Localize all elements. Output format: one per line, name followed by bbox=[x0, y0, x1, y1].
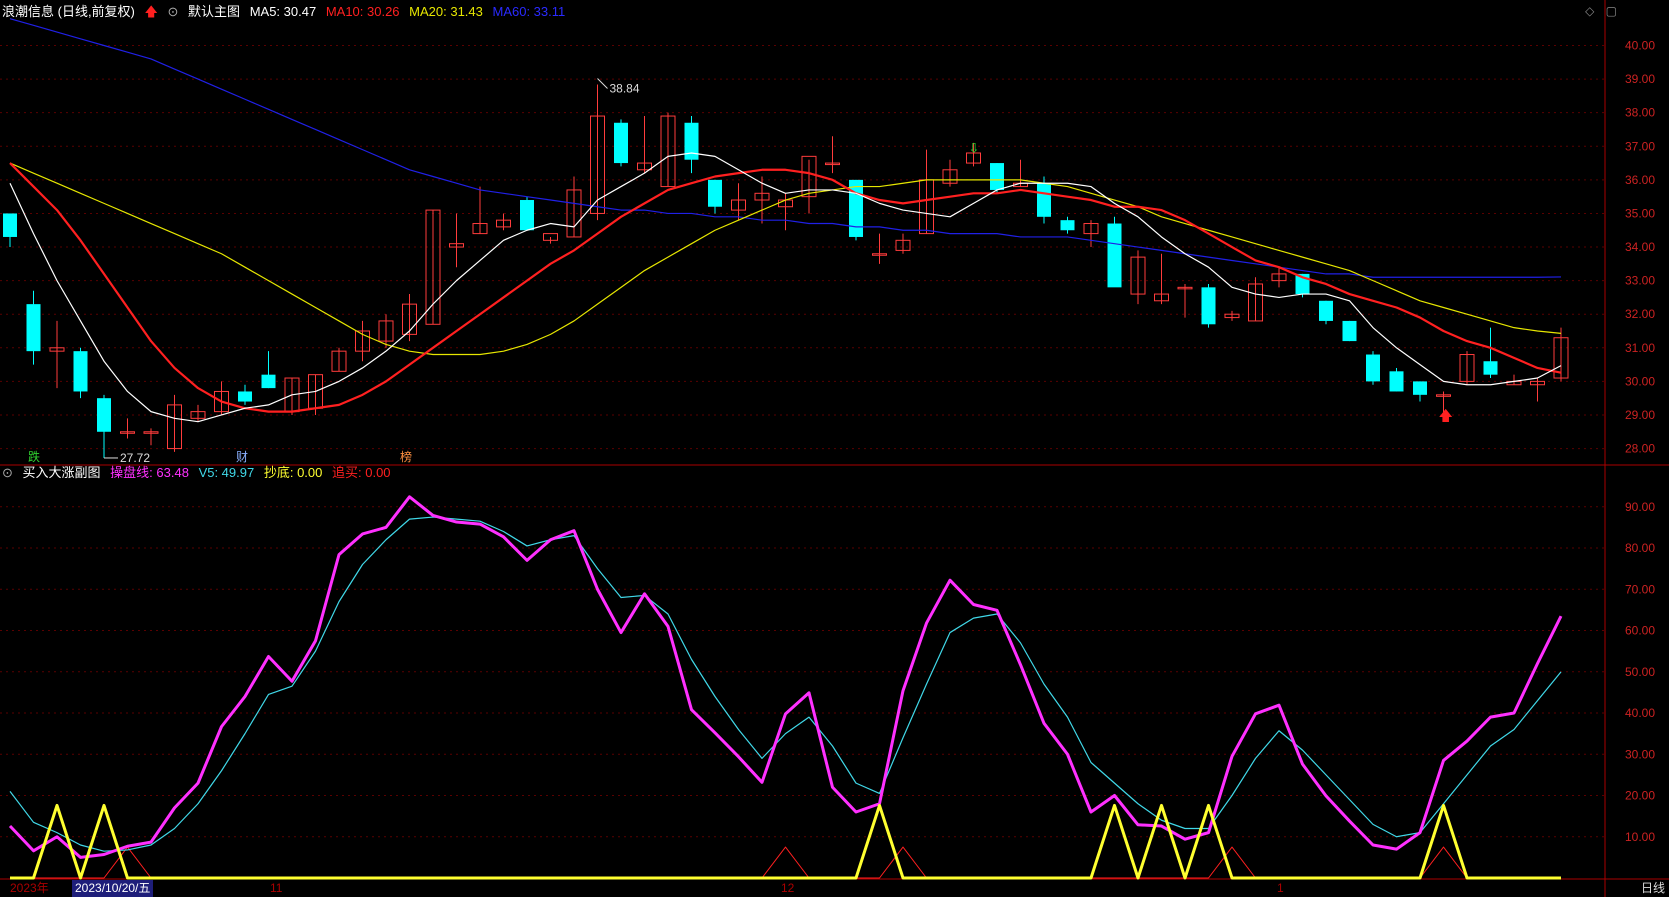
candle-down[interactable] bbox=[1060, 220, 1075, 231]
main-tick-label: 38.00 bbox=[1625, 106, 1655, 120]
main-tick-label: 40.00 bbox=[1625, 39, 1655, 53]
sub-tick-label: 30.00 bbox=[1625, 747, 1655, 761]
candle-down[interactable] bbox=[614, 122, 628, 164]
red-up-arrow-icon: 🡅 bbox=[144, 4, 158, 19]
ma5-line bbox=[9, 152, 1562, 423]
window-icon[interactable]: ▢ bbox=[1606, 4, 1617, 18]
zhuimai-line bbox=[10, 846, 1561, 879]
candle-down[interactable] bbox=[1201, 287, 1216, 325]
marker-cai[interactable]: 财 bbox=[236, 448, 248, 465]
candle-down[interactable] bbox=[849, 179, 863, 237]
main-tick-label: 39.00 bbox=[1625, 72, 1655, 86]
stock-title[interactable]: 浪潮信息 (日线,前复权) bbox=[2, 4, 135, 19]
low-label: 27.72 bbox=[120, 451, 150, 465]
sub-legend: ⊙ 买入大涨副图 操盘线: 63.48 V5: 49.97 抄底: 0.00 追… bbox=[2, 464, 397, 482]
main-chart-label[interactable]: 默认主图 bbox=[188, 4, 240, 19]
candle-down[interactable] bbox=[261, 374, 276, 389]
candle-down[interactable] bbox=[708, 179, 722, 207]
date-year: 2023年 bbox=[10, 881, 49, 895]
candle-down[interactable] bbox=[1107, 223, 1122, 288]
v5-line bbox=[9, 516, 1562, 852]
candle-down[interactable] bbox=[238, 391, 252, 402]
ma20-line bbox=[9, 162, 1562, 356]
candle-down[interactable] bbox=[1366, 354, 1380, 382]
ma20-label: MA20: 31.43 bbox=[409, 4, 483, 19]
main-tick-label: 37.00 bbox=[1625, 139, 1655, 153]
red-up-arrow-icon: 🡅 bbox=[1439, 408, 1453, 424]
kline-chart[interactable]: 28.00 29.00 30.00 31.00 32.00 33.00 34.00 35.00… bbox=[0, 0, 1669, 897]
chaodi-line bbox=[10, 803, 1561, 880]
main-tick-label: 34.00 bbox=[1625, 240, 1655, 254]
candle-down[interactable] bbox=[3, 213, 17, 237]
candle-down[interactable] bbox=[990, 163, 1004, 190]
main-tick-label: 33.00 bbox=[1625, 274, 1655, 288]
date-month-11: 11 bbox=[270, 881, 283, 895]
candle-down[interactable] bbox=[26, 304, 41, 352]
pan-line bbox=[8, 495, 1563, 859]
sub-tick-label: 60.00 bbox=[1625, 624, 1655, 638]
sub-tick-label: 80.00 bbox=[1625, 541, 1655, 555]
date-month-1: 1 bbox=[1277, 881, 1284, 895]
date-axis: 2023年 2023/10/20/五 11 12 1 bbox=[0, 880, 1606, 897]
candle-down[interactable] bbox=[520, 200, 534, 231]
main-tick-label: 36.00 bbox=[1625, 173, 1655, 187]
candle-down[interactable] bbox=[1389, 371, 1404, 392]
candle-down[interactable] bbox=[1037, 183, 1051, 217]
ma5-label: MA5: 30.47 bbox=[249, 4, 317, 19]
main-tick-label: 30.00 bbox=[1625, 374, 1655, 388]
candle-down[interactable] bbox=[1342, 320, 1357, 342]
date-selected[interactable]: 2023/10/20/五 bbox=[72, 880, 154, 897]
main-legend: 浪潮信息 (日线,前复权) 🡅 ⊙ 默认主图 MA5: 30.47 MA10: … bbox=[2, 3, 571, 21]
candle-down[interactable] bbox=[1319, 300, 1333, 321]
period-button[interactable]: 日线 bbox=[1641, 880, 1665, 897]
date-month-12: 12 bbox=[781, 881, 795, 895]
marker-bang[interactable]: 榜 bbox=[400, 448, 412, 465]
high-label: 38.84 bbox=[610, 81, 640, 95]
sub-tick-label: 10.00 bbox=[1625, 830, 1655, 844]
ma60-line bbox=[9, 18, 1562, 278]
green-down-arrow-icon: ⇩ bbox=[969, 140, 980, 155]
diamond-icon[interactable]: ◇ bbox=[1585, 4, 1594, 18]
ma60-label: MA60: 33.11 bbox=[492, 4, 566, 19]
main-tick-label: 32.00 bbox=[1625, 307, 1655, 321]
sub-tick-label: 70.00 bbox=[1625, 582, 1655, 596]
collapse-icon[interactable]: ⊙ bbox=[168, 4, 179, 19]
top-icons: ◇ ▢ bbox=[1577, 4, 1617, 18]
pan-label: 操盘线: 63.48 bbox=[110, 465, 189, 480]
chaodi-label: 抄底: 0.00 bbox=[263, 465, 323, 480]
sub-tick-label: 20.00 bbox=[1625, 789, 1655, 803]
marker-die[interactable]: 跌 bbox=[28, 448, 40, 465]
candle-down[interactable] bbox=[97, 398, 111, 432]
sub-tick-label: 90.00 bbox=[1625, 500, 1655, 514]
main-tick-label: 31.00 bbox=[1625, 341, 1655, 355]
collapse-sub-icon[interactable]: ⊙ bbox=[2, 465, 13, 480]
main-tick-label: 29.00 bbox=[1625, 408, 1655, 422]
candle-down[interactable] bbox=[73, 351, 88, 392]
sub-tick-label: 40.00 bbox=[1625, 706, 1655, 720]
ma10-label: MA10: 30.26 bbox=[325, 4, 400, 19]
candle-down[interactable] bbox=[1413, 381, 1427, 395]
sub-tick-label: 50.00 bbox=[1625, 665, 1655, 679]
main-tick-label: 35.00 bbox=[1625, 206, 1655, 220]
sub-title[interactable]: 买入大涨副图 bbox=[23, 465, 101, 480]
zhuimai-label: 追买: 0.00 bbox=[332, 465, 391, 480]
v5-label: V5: 49.97 bbox=[198, 465, 255, 480]
high-pointer bbox=[597, 78, 608, 89]
candle-down[interactable] bbox=[1483, 361, 1498, 375]
main-tick-label: 28.00 bbox=[1625, 442, 1655, 456]
